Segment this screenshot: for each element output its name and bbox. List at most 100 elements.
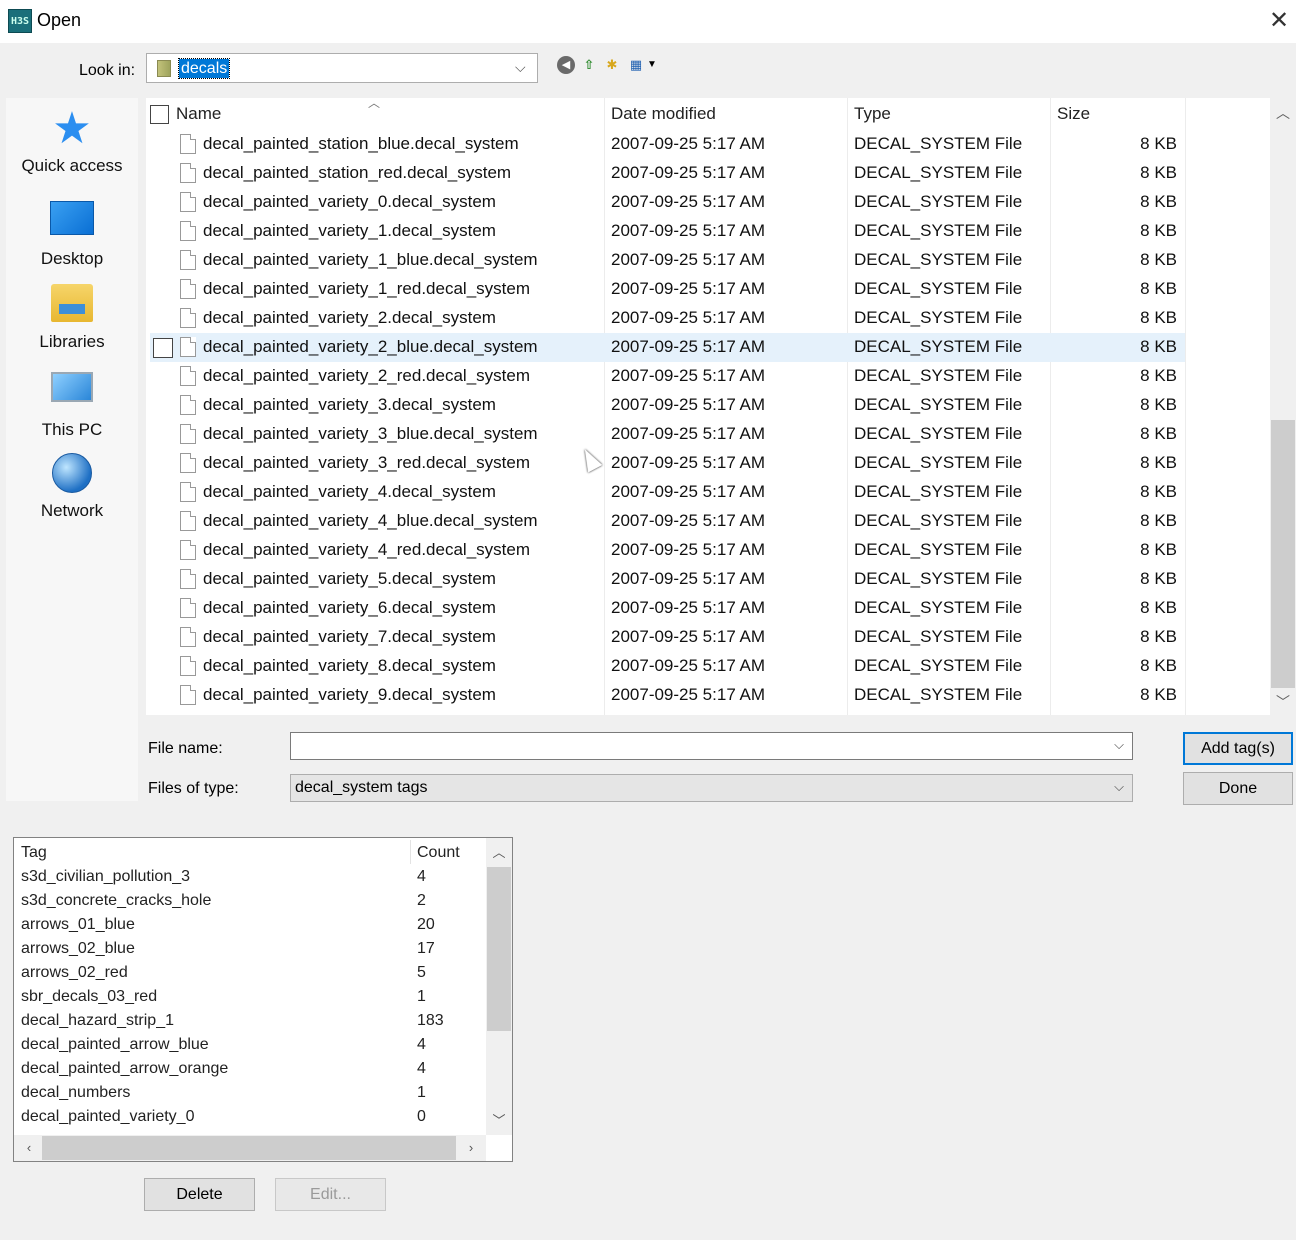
tag-row[interactable]: decal_painted_arrow_blue 4	[14, 1034, 486, 1058]
file-name-input[interactable]: ⌵	[290, 732, 1133, 760]
scroll-left-icon[interactable]: ‹	[16, 1135, 42, 1161]
tag-row[interactable]: decal_painted_arrow_orange 4	[14, 1058, 486, 1082]
place-this-pc[interactable]: This PC	[6, 368, 138, 440]
tag-row[interactable]: arrows_02_red 5	[14, 962, 486, 986]
chevron-down-icon[interactable]: ⌵	[1114, 737, 1124, 753]
file-row[interactable]: decal_painted_variety_7.decal_system 2007…	[150, 623, 1185, 652]
file-icon	[180, 366, 196, 386]
count-column-header[interactable]: Count	[417, 844, 460, 862]
file-date: 2007-09-25 5:17 AM	[611, 366, 766, 385]
tag-count: 5	[417, 964, 426, 981]
tag-row[interactable]: s3d_civilian_pollution_3 4	[14, 866, 486, 890]
file-size: 8 KB	[1140, 424, 1177, 443]
tag-row[interactable]: sbr_decals_03_red 1	[14, 986, 486, 1010]
file-list[interactable]: ︿ Name Date modified Type Size decal_pai…	[146, 96, 1270, 715]
chevron-down-icon[interactable]: ⌵	[515, 59, 526, 76]
file-name: decal_painted_variety_2_blue.decal_syste…	[203, 337, 538, 356]
file-name: decal_painted_variety_3.decal_system	[203, 395, 496, 414]
place-quick-access[interactable]: ★ Quick access	[6, 107, 138, 176]
column-divider[interactable]	[410, 840, 411, 864]
scroll-thumb[interactable]	[42, 1136, 456, 1160]
file-row[interactable]: decal_painted_variety_0.decal_system 2007…	[150, 188, 1185, 217]
tag-table[interactable]: Tag Count s3d_civilian_pollution_3 4 s3d_c…	[13, 837, 513, 1162]
column-header-size[interactable]: Size	[1057, 104, 1090, 124]
file-type-select[interactable]: decal_system tags ⌵	[290, 774, 1133, 802]
scroll-up-icon[interactable]: ︿	[1270, 100, 1296, 126]
tag-column-header[interactable]: Tag	[21, 844, 47, 862]
file-name: decal_painted_station_blue.decal_system	[203, 134, 519, 153]
tag-row[interactable]: s3d_concrete_cracks_hole 2	[14, 890, 486, 914]
file-row[interactable]: decal_painted_variety_4_blue.decal_syste…	[150, 507, 1185, 536]
place-label: Desktop	[40, 249, 104, 268]
scroll-right-icon[interactable]: ›	[458, 1135, 484, 1161]
file-row[interactable]: decal_painted_variety_2.decal_system 2007…	[150, 304, 1185, 333]
tag-table-vscroll[interactable]: ︿ ﹀	[486, 838, 512, 1135]
place-network[interactable]: Network	[6, 453, 138, 521]
back-icon[interactable]: ◀	[557, 56, 575, 74]
file-row[interactable]: decal_painted_variety_1_blue.decal_syste…	[150, 246, 1185, 275]
tag-row[interactable]: decal_numbers 1	[14, 1082, 486, 1106]
column-header-date[interactable]: Date modified	[611, 104, 716, 124]
file-list-scrollbar[interactable]: ︿ ﹀	[1270, 98, 1296, 715]
tag-row[interactable]: arrows_01_blue 20	[14, 914, 486, 938]
select-all-checkbox[interactable]	[150, 105, 169, 124]
delete-button[interactable]: Delete	[144, 1178, 255, 1211]
row-checkbox[interactable]	[153, 338, 173, 358]
place-desktop[interactable]: Desktop	[6, 197, 138, 269]
close-icon[interactable]: ✕	[1264, 6, 1294, 36]
file-name: decal_painted_variety_3_red.decal_system	[203, 453, 530, 472]
chevron-down-icon[interactable]: ⌵	[1114, 779, 1124, 795]
up-folder-icon[interactable]: ⇧	[580, 56, 598, 74]
file-row[interactable]: decal_painted_variety_9.decal_system 2007…	[150, 681, 1185, 710]
file-row[interactable]: decal_painted_variety_3_red.decal_system…	[150, 449, 1185, 478]
file-row[interactable]: decal_painted_variety_1_red.decal_system…	[150, 275, 1185, 304]
file-size: 8 KB	[1140, 163, 1177, 182]
file-row[interactable]: decal_painted_variety_5.decal_system 2007…	[150, 565, 1185, 594]
file-row[interactable]: decal_painted_variety_2_blue.decal_syste…	[150, 333, 1185, 362]
file-row[interactable]: decal_painted_variety_2_red.decal_system…	[150, 362, 1185, 391]
tag-name: sbr_decals_03_red	[21, 988, 158, 1005]
tag-name: s3d_civilian_pollution_3	[21, 868, 191, 885]
add-tags-button[interactable]: Add tag(s)	[1183, 732, 1293, 765]
view-menu-chevron-icon[interactable]: ▼	[645, 56, 659, 74]
scroll-thumb[interactable]	[487, 867, 511, 1031]
file-row[interactable]: decal_painted_station_blue.decal_system 2…	[150, 130, 1185, 159]
file-type: DECAL_SYSTEM File	[854, 163, 1023, 182]
file-date: 2007-09-25 5:17 AM	[611, 163, 766, 182]
done-button[interactable]: Done	[1183, 772, 1293, 805]
file-row[interactable]: decal_painted_variety_6.decal_system 2007…	[150, 594, 1185, 623]
place-label: Libraries	[39, 332, 105, 351]
scroll-thumb[interactable]	[1271, 420, 1295, 688]
column-header-type[interactable]: Type	[854, 104, 891, 124]
file-row[interactable]: decal_painted_variety_3_blue.decal_syste…	[150, 420, 1185, 449]
column-divider[interactable]	[1185, 98, 1186, 715]
tag-count: 0	[417, 1108, 426, 1125]
tag-row[interactable]: decal_painted_variety_0 0	[14, 1106, 486, 1130]
tag-row[interactable]: decal_hazard_strip_1 183	[14, 1010, 486, 1034]
look-in-combo[interactable]: decals ⌵	[146, 53, 538, 83]
file-row[interactable]: decal_painted_variety_4.decal_system 2007…	[150, 478, 1185, 507]
scroll-down-icon[interactable]: ﹀	[486, 1108, 512, 1134]
file-row[interactable]: decal_painted_variety_8.decal_system 2007…	[150, 652, 1185, 681]
file-row[interactable]: decal_painted_station_red.decal_system 20…	[150, 159, 1185, 188]
tag-table-hscroll[interactable]: ‹ ›	[14, 1135, 486, 1161]
file-name: decal_painted_variety_1_blue.decal_syste…	[203, 250, 538, 269]
scroll-up-icon[interactable]: ︿	[486, 840, 512, 866]
edit-button[interactable]: Edit...	[275, 1178, 386, 1211]
column-header-name[interactable]: Name	[176, 104, 221, 124]
view-menu-icon[interactable]: ▦	[627, 56, 645, 74]
file-type: DECAL_SYSTEM File	[854, 569, 1023, 588]
tag-row[interactable]: arrows_02_blue 17	[14, 938, 486, 962]
place-label: Network	[40, 501, 104, 520]
file-row[interactable]: decal_painted_variety_4_red.decal_system…	[150, 536, 1185, 565]
file-type: DECAL_SYSTEM File	[854, 453, 1023, 472]
file-type: DECAL_SYSTEM File	[854, 395, 1023, 414]
file-row[interactable]: decal_painted_variety_1.decal_system 2007…	[150, 217, 1185, 246]
scroll-down-icon[interactable]: ﹀	[1270, 689, 1296, 715]
file-name: decal_painted_variety_2.decal_system	[203, 308, 496, 327]
folder-icon	[157, 60, 171, 77]
file-size: 8 KB	[1140, 627, 1177, 646]
new-folder-icon[interactable]: ✱	[603, 56, 621, 74]
file-row[interactable]: decal_painted_variety_3.decal_system 2007…	[150, 391, 1185, 420]
place-libraries[interactable]: Libraries	[6, 282, 138, 352]
